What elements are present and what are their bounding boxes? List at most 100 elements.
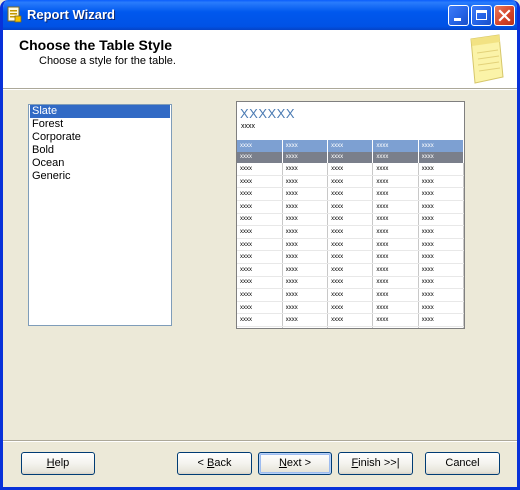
preview-cell: xxxx — [372, 175, 419, 189]
preview-cell: xxxx — [282, 213, 329, 227]
preview-cell: xxxx — [327, 288, 374, 302]
preview-cell: xxxx — [237, 213, 283, 227]
preview-cell: xxxx — [372, 313, 419, 327]
preview-cell: xxxx — [418, 225, 464, 239]
preview-data-row: xxxxxxxxxxxxxxxxxxxx — [237, 276, 464, 290]
next-accel: N — [278, 457, 287, 469]
preview-cell: xxxx — [372, 238, 419, 252]
preview-cell: xxxx — [327, 151, 374, 164]
preview-data-row: xxxxxxxxxxxxxxxxxxxx — [237, 200, 464, 214]
preview-cell: xxxx — [327, 276, 374, 290]
preview-cell: xxxx — [237, 238, 283, 252]
preview-cell: xxxx — [327, 313, 374, 327]
preview-cell: xxxx — [237, 140, 283, 152]
style-option-ocean[interactable]: Ocean — [30, 157, 170, 170]
preview-cell: xxxx — [327, 301, 374, 315]
preview-cell: xxxx — [372, 263, 419, 277]
preview-data-row: xxxxxxxxxxxxxxxxxxxx — [237, 175, 464, 189]
help-button[interactable]: Help — [21, 452, 95, 475]
report-wizard-window: Report Wizard Choose the Table Style Cho… — [0, 0, 520, 490]
style-option-bold[interactable]: Bold — [30, 144, 170, 157]
close-button[interactable] — [494, 5, 515, 26]
preview-data-row: xxxxxxxxxxxxxxxxxxxx — [237, 326, 464, 328]
minimize-button[interactable] — [448, 5, 469, 26]
preview-cell: xxxx — [327, 200, 374, 214]
table-style-list[interactable]: Slate Forest Corporate Bold Ocean Generic — [28, 104, 172, 326]
preview-hdr-row: xxxx xxxx xxxx xxxx xxxx — [237, 140, 464, 152]
style-option-corporate[interactable]: Corporate — [30, 131, 170, 144]
preview-cell: xxxx — [327, 213, 374, 227]
title-bar[interactable]: Report Wizard — [3, 0, 517, 30]
preview-cell: xxxx — [372, 225, 419, 239]
preview-cell: xxxx — [237, 313, 283, 327]
preview-cell: xxxx — [282, 238, 329, 252]
preview-cell: xxxx — [418, 263, 464, 277]
preview-data-row: xxxxxxxxxxxxxxxxxxxx — [237, 163, 464, 176]
preview-cell: xxxx — [237, 151, 283, 164]
preview-cell: xxxx — [282, 263, 329, 277]
preview-cell: xxxx — [237, 301, 283, 315]
preview-cell: xxxx — [327, 187, 374, 201]
preview-data-row: xxxxxxxxxxxxxxxxxxxx — [237, 288, 464, 302]
preview-cell: xxxx — [372, 288, 419, 302]
preview-cell: xxxx — [282, 313, 329, 327]
preview-cell: xxxx — [282, 276, 329, 290]
preview-cell: xxxx — [282, 175, 329, 189]
close-icon — [498, 9, 511, 22]
table-style-preview: XXXXXX xxxx xxxx xxxx xxxx xxxx xxxx xxxx xxxx… — [236, 101, 465, 329]
preview-cell: xxxx — [237, 276, 283, 290]
preview-cell: xxxx — [372, 213, 419, 227]
preview-cell: xxxx — [372, 151, 419, 164]
preview-cell: xxxx — [237, 225, 283, 239]
preview-sub-row: xxxx xxxx xxxx xxxx xxxx — [237, 151, 464, 164]
preview-cell: xxxx — [372, 276, 419, 290]
preview-cell: xxxx — [237, 263, 283, 277]
next-button[interactable]: Next > — [258, 452, 332, 475]
preview-cell: xxxx — [418, 288, 464, 302]
preview-cell: xxxx — [237, 175, 283, 189]
preview-cell: xxxx — [282, 200, 329, 214]
page-title: Choose the Table Style — [19, 37, 172, 53]
style-option-generic[interactable]: Generic — [30, 170, 170, 183]
maximize-icon — [476, 10, 487, 20]
preview-cell: xxxx — [282, 187, 329, 201]
help-label-rest: elp — [54, 457, 70, 469]
preview-cell: xxxx — [327, 140, 374, 152]
preview-cell: xxxx — [418, 276, 464, 290]
footer-divider — [3, 440, 517, 442]
preview-cell: xxxx — [327, 175, 374, 189]
preview-cell: xxxx — [418, 175, 464, 189]
preview-cell: xxxx — [372, 187, 419, 201]
finish-label-rest: inish >>| — [358, 457, 400, 469]
preview-cell: xxxx — [418, 151, 464, 164]
header-divider — [3, 88, 517, 90]
preview-cell: xxxx — [237, 288, 283, 302]
preview-cell: xxxx — [418, 326, 464, 328]
preview-cell: xxxx — [372, 250, 419, 264]
style-option-slate[interactable]: Slate — [30, 105, 170, 118]
preview-cell: xxxx — [372, 326, 419, 328]
cancel-button[interactable]: Cancel — [425, 452, 500, 475]
preview-data-row: xxxxxxxxxxxxxxxxxxxx — [237, 313, 464, 327]
back-label-pre: < — [197, 457, 207, 469]
preview-data-row: xxxxxxxxxxxxxxxxxxxx — [237, 301, 464, 315]
maximize-button[interactable] — [471, 5, 492, 26]
preview-cell: xxxx — [237, 163, 283, 176]
window-title: Report Wizard — [27, 7, 115, 22]
style-option-forest[interactable]: Forest — [30, 118, 170, 131]
preview-cell: xxxx — [282, 326, 329, 328]
preview-cell: xxxx — [418, 163, 464, 176]
next-label-rest: ext > — [286, 457, 312, 469]
preview-data-row: xxxxxxxxxxxxxxxxxxxx — [237, 250, 464, 264]
preview-cell: xxxx — [418, 187, 464, 201]
finish-button[interactable]: Finish >>| — [338, 452, 413, 475]
preview-cell: xxxx — [418, 301, 464, 315]
preview-data-row: xxxxxxxxxxxxxxxxxxxx — [237, 238, 464, 252]
preview-cell: xxxx — [327, 250, 374, 264]
preview-cell: xxxx — [372, 140, 419, 152]
back-label-rest: ack — [214, 457, 232, 469]
preview-cell: xxxx — [372, 163, 419, 176]
preview-data-row: xxxxxxxxxxxxxxxxxxxx — [237, 213, 464, 227]
notepad-icon — [470, 34, 504, 84]
back-button[interactable]: < Back — [177, 452, 252, 475]
